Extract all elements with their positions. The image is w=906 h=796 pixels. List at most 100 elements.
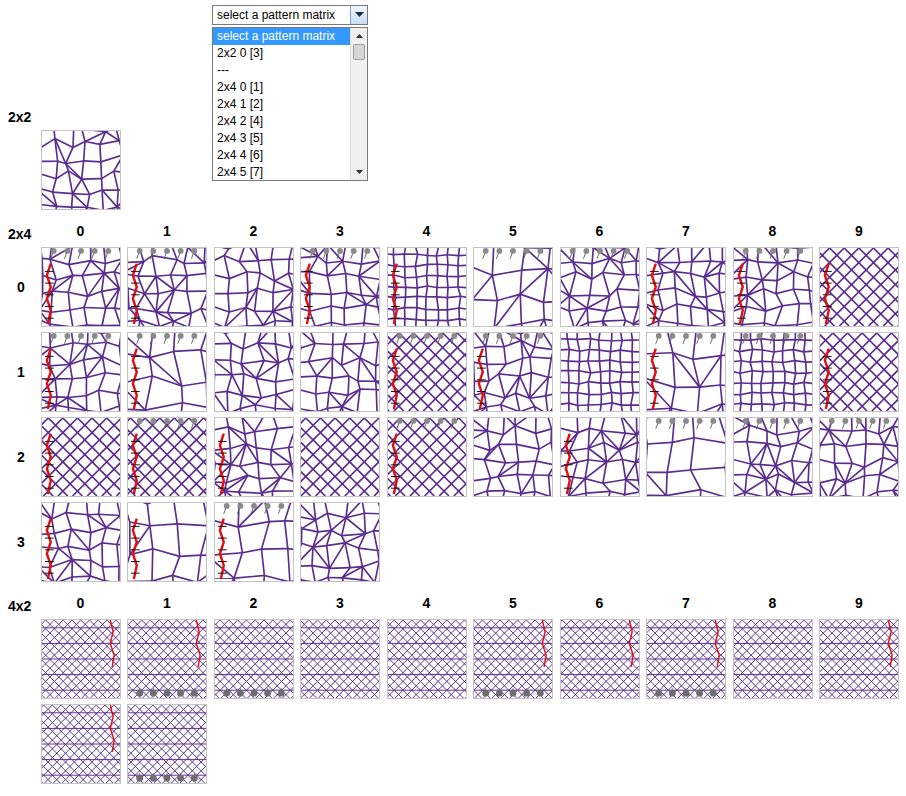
dropdown-button[interactable]: [350, 6, 367, 24]
select-box[interactable]: select a pattern matrix: [212, 5, 368, 25]
thread-line: [104, 263, 105, 273]
thread-line: [56, 171, 68, 179]
thread-line: [631, 340, 633, 352]
pattern-thumbnail[interactable]: [127, 417, 207, 497]
pattern-thumbnail[interactable]: [473, 332, 553, 412]
pattern-thumbnail[interactable]: [127, 247, 207, 327]
pattern-thumbnail[interactable]: [300, 417, 380, 497]
pattern-thumbnail[interactable]: [646, 247, 726, 327]
pattern-thumbnail[interactable]: [819, 247, 899, 327]
thread-line: [531, 492, 535, 496]
thread-line: [675, 288, 695, 297]
option-item[interactable]: 2x4 3 [5]: [213, 130, 350, 147]
pattern-thumbnail[interactable]: [473, 247, 553, 327]
thread-line: [825, 248, 898, 326]
thread-line: [84, 296, 88, 307]
thread-line: [588, 460, 606, 462]
thread-line: [377, 407, 379, 411]
edge-line: [46, 264, 50, 324]
pattern-thumbnail[interactable]: [214, 417, 294, 497]
thread-line: [42, 418, 48, 496]
thread-line: [342, 358, 360, 366]
pattern-thumbnail[interactable]: [733, 247, 813, 327]
edge-tick: [390, 441, 399, 442]
pattern-thumbnail[interactable]: [733, 332, 813, 412]
pattern-thumbnail[interactable]: [41, 332, 121, 412]
pattern-select[interactable]: select a pattern matrix select a pattern …: [212, 5, 368, 181]
pattern-thumbnail[interactable]: [41, 247, 121, 327]
option-item[interactable]: 2x2 0 [3]: [213, 45, 350, 62]
pattern-thumbnail[interactable]: [214, 332, 294, 412]
thread-line: [777, 260, 797, 263]
pattern-thumbnail[interactable]: [214, 247, 294, 327]
scroll-thumb[interactable]: [353, 44, 365, 60]
pattern-thumbnail[interactable]: [300, 247, 380, 327]
thread-line: [226, 418, 228, 427]
thread-line: [215, 273, 229, 278]
scroll-down-button[interactable]: [351, 164, 367, 180]
thread-line: [745, 479, 766, 492]
scroll-up-button[interactable]: [351, 28, 367, 44]
thread-line: [271, 260, 274, 281]
pattern-diagram: [561, 333, 639, 411]
thread-line: [459, 308, 466, 310]
thread-line: [436, 248, 439, 256]
thread-line: [128, 308, 129, 322]
pattern-thumbnail[interactable]: [387, 332, 467, 412]
thread-line: [393, 275, 404, 278]
thread-line: [359, 418, 379, 496]
scrollbar[interactable]: [350, 28, 367, 180]
option-item[interactable]: 2x4 4 [6]: [213, 147, 350, 164]
thread-line: [794, 333, 796, 340]
pattern-thumbnail[interactable]: [560, 332, 640, 412]
thread-line: [590, 339, 598, 341]
option-item[interactable]: 2x4 0 [1]: [213, 79, 350, 96]
pattern-thumbnail[interactable]: [646, 417, 726, 497]
scroll-track[interactable]: [351, 44, 367, 164]
pattern-thumbnail[interactable]: [41, 417, 121, 497]
thread-line: [256, 363, 278, 378]
thread-line: [486, 346, 504, 348]
pattern-thumbnail[interactable]: [560, 417, 640, 497]
thread-line: [458, 254, 465, 256]
pattern-thumbnail[interactable]: [41, 130, 121, 210]
pattern-thumbnail[interactable]: [733, 417, 813, 497]
pattern-thumbnail[interactable]: [387, 247, 467, 327]
thread-line: [561, 349, 569, 351]
thread-line: [521, 340, 530, 357]
thread-line: [620, 394, 622, 405]
thread-line: [145, 293, 159, 295]
pattern-thumbnail[interactable]: [300, 332, 380, 412]
thread-line: [487, 431, 503, 435]
thread-line: [616, 275, 623, 289]
thread-line: [630, 333, 631, 340]
option-item[interactable]: ---: [213, 62, 350, 79]
pattern-thumbnail[interactable]: [560, 247, 640, 327]
thread-line: [793, 393, 805, 394]
thread-line: [415, 277, 417, 288]
thread-line: [447, 254, 458, 257]
option-item[interactable]: 2x4 1 [2]: [213, 96, 350, 113]
thread-line: [760, 393, 762, 404]
pattern-thumbnail[interactable]: [819, 332, 899, 412]
pattern-thumbnail[interactable]: [127, 332, 207, 412]
thread-line: [761, 403, 773, 405]
option-item[interactable]: 2x4 5 [7]: [213, 164, 350, 180]
thread-line: [100, 179, 102, 190]
thread-line: [776, 435, 780, 447]
option-item[interactable]: select a pattern matrix: [213, 28, 350, 45]
pattern-thumbnail[interactable]: [387, 417, 467, 497]
thread-line: [42, 187, 53, 192]
thread-line: [747, 260, 757, 262]
pattern-thumbnail[interactable]: [473, 417, 553, 497]
thread-line: [184, 248, 188, 263]
thread-line: [707, 309, 724, 322]
thread-line: [793, 382, 803, 384]
thread-line: [301, 418, 379, 496]
option-item[interactable]: 2x4 2 [4]: [213, 113, 350, 130]
pattern-thumbnail[interactable]: [646, 332, 726, 412]
thread-line: [89, 190, 101, 194]
thread-line: [102, 190, 103, 209]
thread-line: [103, 207, 117, 209]
thread-line: [177, 260, 184, 264]
